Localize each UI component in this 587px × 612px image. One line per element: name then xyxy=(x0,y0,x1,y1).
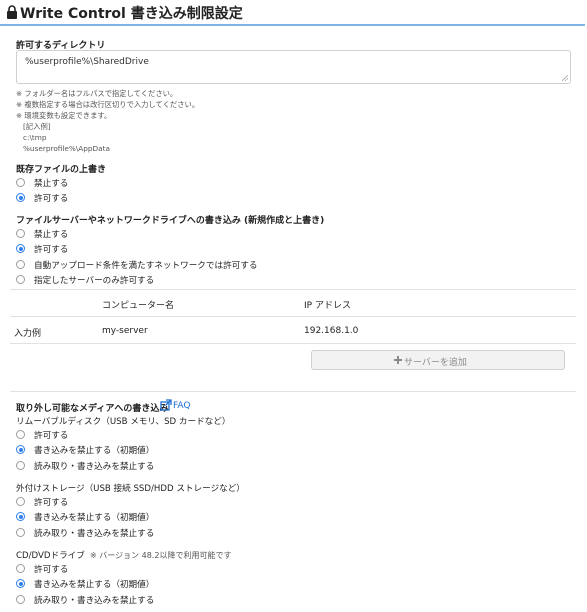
radio-label: 書き込みを禁止する（初期値） xyxy=(34,513,155,523)
cd-dvd-radio-block-all[interactable] xyxy=(16,595,25,604)
radio-label: 読み取り・書き込みを禁止する xyxy=(34,462,155,472)
network-radio-deny[interactable] xyxy=(16,229,25,238)
note-line: [記入例] xyxy=(23,122,51,131)
network-radio-specified-servers[interactable] xyxy=(16,275,25,284)
cd-dvd-title: CD/DVDドライブ xyxy=(16,551,85,561)
ip-address-cell: 192.168.1.0 xyxy=(304,326,359,336)
radio-label: 読み取り・書き込みを禁止する xyxy=(34,596,155,606)
network-heading: ファイルサーバーやネットワークドライブへの書き込み (新規作成と上書き) xyxy=(16,216,325,226)
radio-label: 指定したサーバーのみ許可する xyxy=(34,276,155,286)
allowed-dirs-value: %userprofile%\SharedDrive xyxy=(25,57,149,67)
overwrite-radio-allow[interactable] xyxy=(16,193,25,202)
network-radio-allow[interactable] xyxy=(16,244,25,253)
removable-disk-radio-allow[interactable] xyxy=(16,430,25,439)
radio-label: 許可する xyxy=(34,498,69,508)
external-storage-radio-allow[interactable] xyxy=(16,497,25,506)
column-header-computer-name: コンピューター名 xyxy=(102,301,175,311)
note-line: ※ 環境変数も設定できます。 xyxy=(16,111,112,120)
table-bottom-divider xyxy=(10,343,576,344)
faq-link[interactable]: FAQ xyxy=(173,401,190,411)
removable-disk-radio-block-all[interactable] xyxy=(16,461,25,470)
note-line: c:\tmp xyxy=(23,133,47,142)
radio-label: 禁止する xyxy=(34,179,69,189)
radio-label: 書き込みを禁止する（初期値） xyxy=(34,580,155,590)
section-divider xyxy=(10,391,576,392)
overwrite-heading: 既存ファイルの上書き xyxy=(16,165,107,175)
radio-label: 禁止する xyxy=(34,230,69,240)
overwrite-radio-deny[interactable] xyxy=(16,178,25,187)
removable-disk-radio-block-write[interactable] xyxy=(16,445,25,454)
cd-dvd-radio-block-write[interactable] xyxy=(16,579,25,588)
external-link-icon[interactable] xyxy=(160,399,172,411)
computer-name-cell: my-server xyxy=(102,326,148,336)
external-storage-radio-block-write[interactable] xyxy=(16,512,25,521)
cd-dvd-version-note: ※ バージョン 48.2以降で利用可能です xyxy=(90,551,232,560)
row-label: 入力例 xyxy=(14,329,42,339)
radio-label: 許可する xyxy=(34,194,69,204)
note-line: ※ 複数指定する場合は改行区切りで入力してください。 xyxy=(16,100,200,109)
note-line: ※ フォルダー名はフルパスで指定してください。 xyxy=(16,89,178,98)
lock-icon xyxy=(7,5,17,19)
radio-label: 自動アップロード条件を満たすネットワークでは許可する xyxy=(34,261,258,271)
radio-label: 許可する xyxy=(34,245,69,255)
allowed-dirs-textarea[interactable]: %userprofile%\SharedDrive xyxy=(16,50,571,84)
plus-icon xyxy=(394,356,402,364)
column-header-ip-address: IP アドレス xyxy=(304,301,351,311)
removable-heading: 取り外し可能なメディアへの書き込み xyxy=(16,404,169,414)
radio-label: 書き込みを禁止する（初期値） xyxy=(34,446,155,456)
add-server-button[interactable]: サーバーを追加 xyxy=(311,350,565,370)
removable-disk-title: リムーバブルディスク（USB メモリ、SD カードなど） xyxy=(16,417,231,427)
radio-label: 許可する xyxy=(34,431,69,441)
table-header-divider xyxy=(10,316,576,317)
radio-label: 許可する xyxy=(34,565,69,575)
radio-label: 読み取り・書き込みを禁止する xyxy=(34,529,155,539)
network-radio-auto-upload[interactable] xyxy=(16,260,25,269)
page-header: Write Control 書き込み制限設定 xyxy=(0,0,585,26)
note-line: %userprofile%\AppData xyxy=(23,144,110,153)
cd-dvd-radio-allow[interactable] xyxy=(16,564,25,573)
page-title: Write Control 書き込み制限設定 xyxy=(20,6,243,22)
external-storage-title: 外付けストレージ（USB 接続 SSD/HDD ストレージなど） xyxy=(16,484,245,494)
resize-grip-icon[interactable] xyxy=(562,75,568,81)
external-storage-radio-block-all[interactable] xyxy=(16,528,25,537)
add-server-label: サーバーを追加 xyxy=(404,358,467,368)
table-top-divider xyxy=(10,289,576,290)
